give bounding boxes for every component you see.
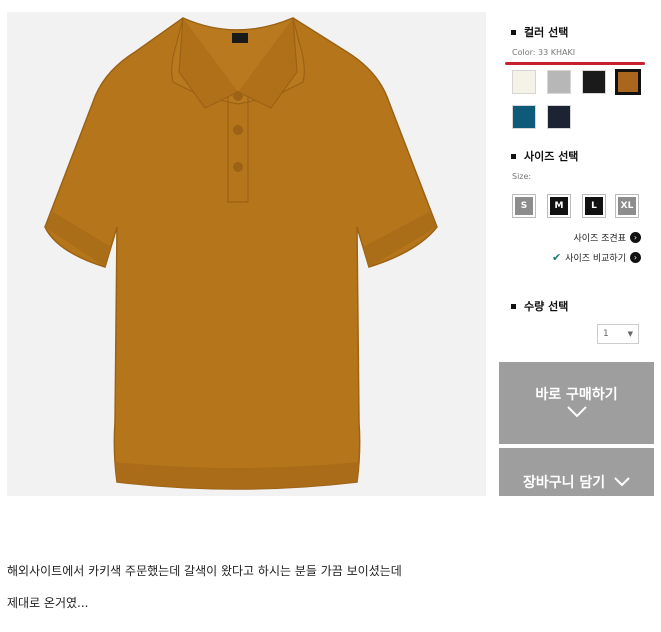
selected-color-label: Color: 33 KHAKI bbox=[512, 48, 576, 57]
size-compare-label: 사이즈 비교하기 bbox=[565, 254, 626, 264]
bullet-icon bbox=[511, 153, 516, 159]
checkmark-icon: ✔ bbox=[551, 251, 562, 264]
bullet-icon bbox=[511, 303, 516, 309]
swatch-off-white[interactable] bbox=[512, 70, 536, 94]
polo-shirt-illustration bbox=[44, 17, 438, 490]
highlight-underline bbox=[505, 62, 645, 65]
arrow-right-icon: › bbox=[630, 252, 641, 263]
size-option-m[interactable]: M bbox=[547, 194, 571, 218]
swatch-blue[interactable] bbox=[512, 105, 536, 129]
color-section-title: 컬러 선택 bbox=[511, 24, 568, 40]
add-to-cart-label: 장바구니 담기 bbox=[499, 472, 654, 492]
size-option-s[interactable]: S bbox=[512, 194, 536, 218]
caption-line-1: 해외사이트에서 카키색 주문했는데 갈색이 왔다고 하시는 분들 가끔 보이셨는… bbox=[7, 564, 402, 578]
quantity-value: 1 bbox=[603, 329, 609, 339]
size-chart-label: 사이즈 조견표 bbox=[573, 234, 626, 244]
quantity-section-title: 수량 선택 bbox=[511, 298, 568, 314]
size-chart-link[interactable]: 사이즈 조견표 › bbox=[573, 231, 641, 244]
dropdown-caret-icon: ▼ bbox=[627, 330, 633, 338]
size-option-xl[interactable]: XL bbox=[615, 194, 639, 218]
buy-now-label: 바로 구매하기 bbox=[535, 387, 618, 403]
arrow-right-icon: › bbox=[630, 232, 641, 243]
size-section-title: 사이즈 선택 bbox=[511, 148, 578, 164]
chevron-down-icon bbox=[614, 477, 630, 487]
chevron-down-icon bbox=[567, 406, 587, 418]
buy-now-button[interactable]: 바로 구매하기 bbox=[499, 362, 654, 444]
bullet-icon bbox=[511, 29, 516, 35]
swatch-black[interactable] bbox=[582, 70, 606, 94]
add-to-cart-button[interactable]: 장바구니 담기 bbox=[499, 448, 654, 496]
caption-line-2: 제대로 온거였... bbox=[7, 596, 89, 610]
swatch-gray[interactable] bbox=[547, 70, 571, 94]
quantity-select[interactable]: 1 ▼ bbox=[597, 324, 639, 344]
swatch-khaki[interactable] bbox=[615, 69, 641, 95]
size-option-l[interactable]: L bbox=[582, 194, 606, 218]
size-compare-link[interactable]: ✔ 사이즈 비교하기 › bbox=[552, 251, 641, 264]
size-label: Size: bbox=[512, 172, 532, 181]
options-panel: 컬러 선택 Color: 33 KHAKI 사이즈 선택 Size: S M L… bbox=[499, 12, 655, 496]
swatch-navy[interactable] bbox=[547, 105, 571, 129]
product-image bbox=[7, 12, 486, 496]
